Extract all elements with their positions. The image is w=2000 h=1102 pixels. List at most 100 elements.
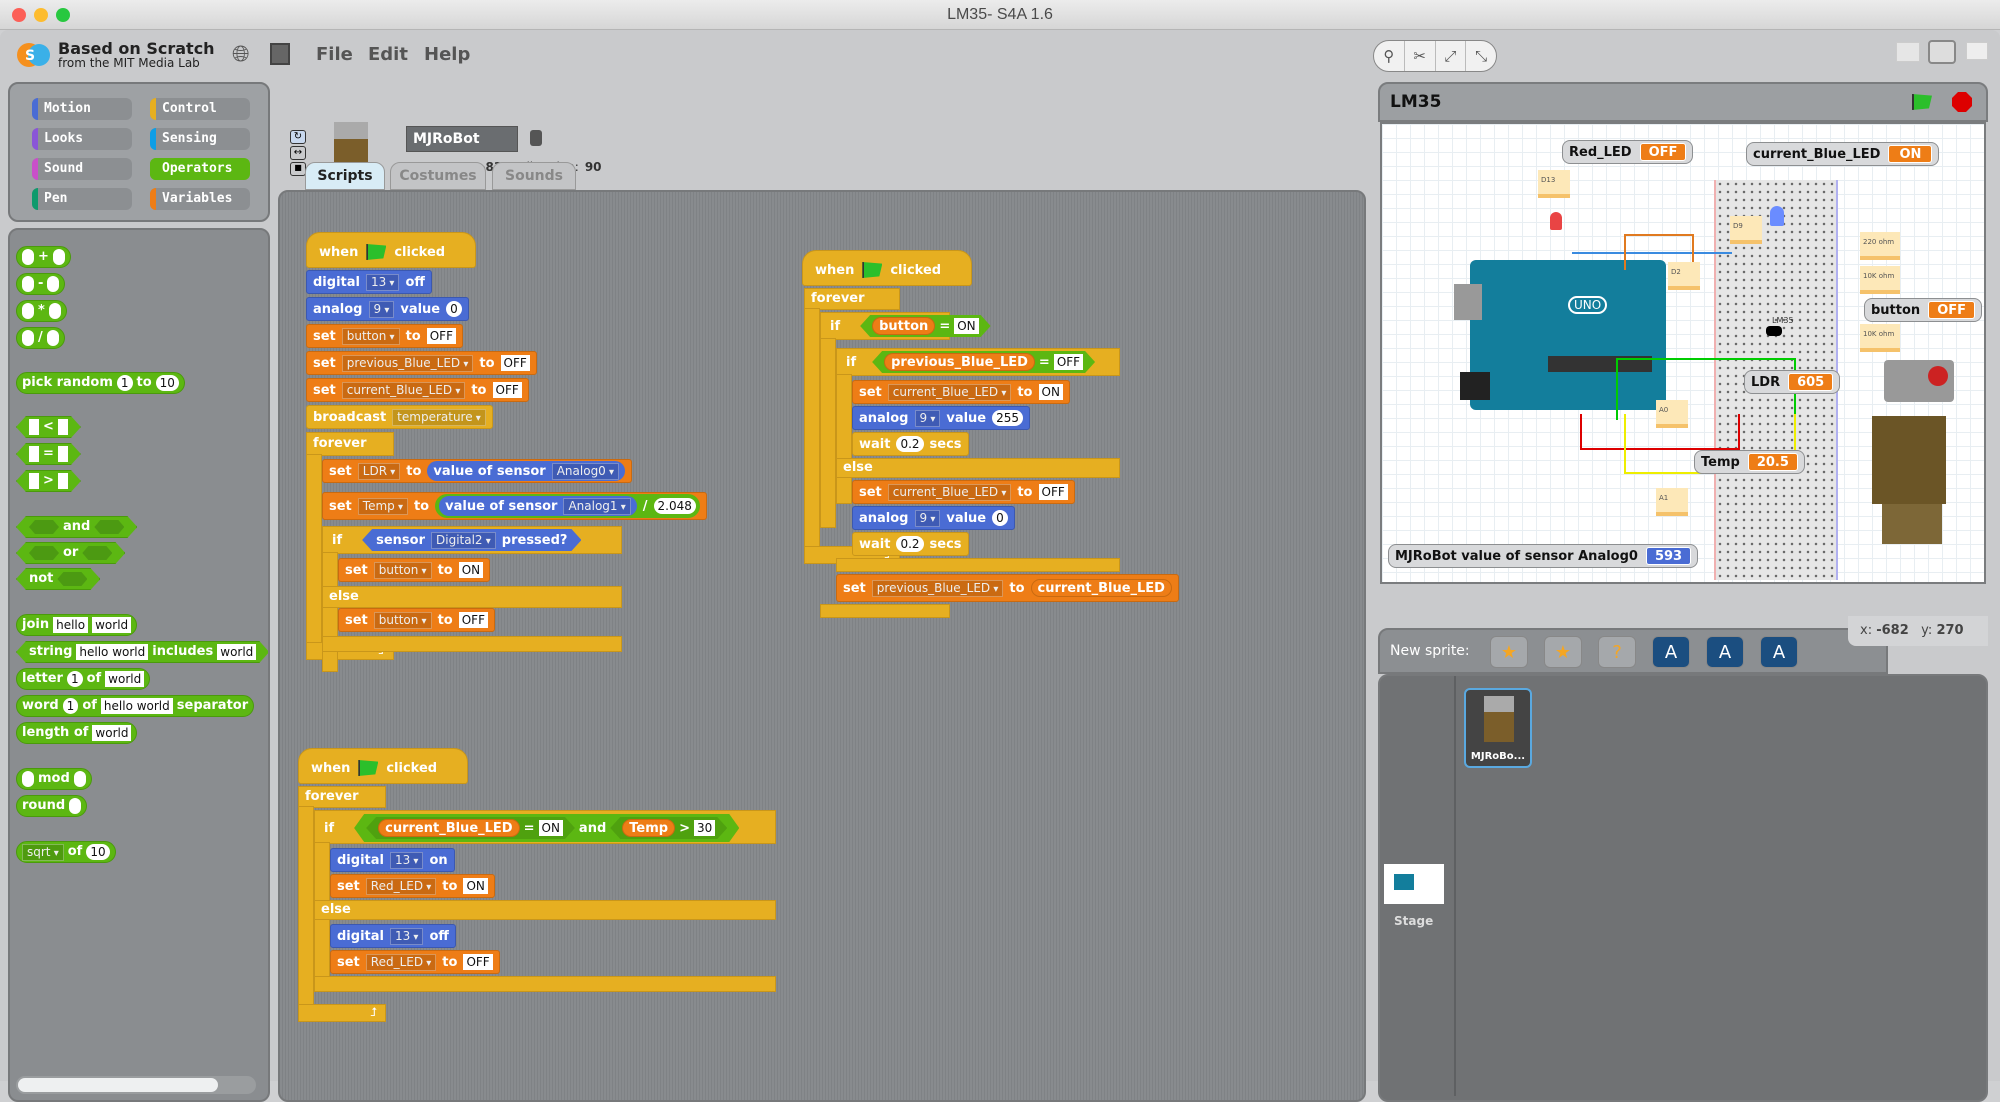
normal-stage-layout-icon[interactable]: [1928, 40, 1956, 64]
digital-off-block[interactable]: digital13off: [330, 924, 456, 948]
menu-edit[interactable]: Edit: [368, 44, 408, 65]
when-flag-clicked-hat[interactable]: when clicked: [298, 748, 468, 784]
round-block[interactable]: round: [16, 795, 88, 817]
palette-scrollbar-thumb[interactable]: [18, 1078, 218, 1092]
previous-equals-predicate[interactable]: previous_Blue_LED = OFF: [872, 351, 1095, 373]
watcher-ldr[interactable]: LDR 605: [1744, 370, 1841, 394]
analog-255-block[interactable]: analog9value255: [852, 406, 1031, 430]
category-motion[interactable]: Motion: [32, 98, 132, 120]
green-flag-button[interactable]: [1912, 94, 1932, 110]
category-sound[interactable]: Sound: [32, 158, 132, 180]
scissors-icon[interactable]: ✂: [1405, 41, 1436, 71]
pick-random-block[interactable]: pick random 1 to 10: [16, 372, 185, 394]
close-window-button[interactable]: [12, 8, 26, 22]
set-button-on-block[interactable]: setbuttontoON: [338, 558, 491, 582]
watcher-sensor-analog0[interactable]: MJRoBot value of sensor Analog0 593: [1388, 544, 1699, 568]
multiply-block[interactable]: *: [16, 300, 67, 322]
and-block[interactable]: and: [16, 516, 137, 538]
not-block[interactable]: not: [16, 568, 100, 590]
math-function-block[interactable]: sqrtof10: [16, 841, 116, 863]
greater-than-block[interactable]: >: [16, 470, 81, 492]
set-red-led-on-block[interactable]: setRed_LEDtoON: [330, 874, 495, 898]
no-rotate-icon[interactable]: ■: [290, 162, 306, 176]
button-equals-predicate[interactable]: button = ON: [860, 315, 991, 337]
shrink-icon[interactable]: ⤡: [1466, 41, 1496, 71]
set-current-blue-led-block[interactable]: setcurrent_Blue_LEDtoOFF: [306, 378, 529, 402]
wait-block[interactable]: wait 0.2 secs: [852, 532, 969, 556]
string-includes-block[interactable]: string hello world includes world: [16, 641, 269, 663]
stage-thumbnail[interactable]: [1384, 864, 1444, 904]
analog-0-block[interactable]: analog9value0: [852, 506, 1015, 530]
wait-block[interactable]: wait 0.2 secs: [852, 432, 969, 456]
paint-sprite-icon[interactable]: ★: [1490, 636, 1528, 668]
digital-off-block[interactable]: digital13off: [306, 270, 432, 294]
open-board-sprite-icon[interactable]: A: [1760, 636, 1798, 668]
presentation-mode-icon[interactable]: [1966, 42, 1988, 60]
set-current-on-block[interactable]: setcurrent_Blue_LEDtoON: [852, 380, 1070, 404]
lock-icon[interactable]: [530, 130, 542, 146]
equals-block[interactable]: =: [16, 443, 81, 465]
and-predicate[interactable]: current_Blue_LED = ON and Temp >30: [354, 814, 739, 842]
category-control[interactable]: Control: [150, 98, 250, 120]
subtract-block[interactable]: -: [16, 273, 66, 295]
set-current-off-block[interactable]: setcurrent_Blue_LEDtoOFF: [852, 480, 1075, 504]
watcher-red-led[interactable]: Red_LED OFF: [1562, 140, 1694, 164]
stamp-icon[interactable]: ⚲: [1374, 41, 1405, 71]
rotate-style-icon[interactable]: ↻: [290, 130, 306, 144]
choose-sprite-file-icon[interactable]: ★: [1544, 636, 1582, 668]
tab-sounds[interactable]: Sounds: [492, 162, 576, 190]
category-looks[interactable]: Looks: [32, 128, 132, 150]
sensor-pressed-predicate[interactable]: sensorDigital2pressed?: [362, 529, 581, 551]
word-of-block[interactable]: word 1 of hello world separator: [16, 695, 255, 717]
category-variables[interactable]: Variables: [150, 188, 250, 210]
category-sensing[interactable]: Sensing: [150, 128, 250, 150]
sprite-name-field[interactable]: MJRoBot: [406, 126, 518, 152]
add-block[interactable]: +: [16, 246, 71, 268]
set-temp-block[interactable]: setTemptovalue of sensorAnalog1/2.048: [322, 492, 707, 520]
or-block[interactable]: or: [16, 542, 125, 564]
set-previous-to-current-block[interactable]: setprevious_Blue_LEDtocurrent_Blue_LED: [836, 574, 1179, 602]
current-equals-predicate[interactable]: current_Blue_LED = ON: [366, 817, 575, 839]
tab-scripts[interactable]: Scripts: [305, 162, 385, 190]
robot-sprite-head[interactable]: [1884, 360, 1954, 402]
sprite-tile-mjrobot[interactable]: MJRoBo...: [1464, 688, 1532, 768]
robot-sprite-legs[interactable]: [1882, 504, 1942, 544]
tab-costumes[interactable]: Costumes: [390, 162, 486, 190]
stop-button[interactable]: [1952, 92, 1972, 112]
random-sprite-icon[interactable]: ?: [1598, 636, 1636, 668]
forever-block[interactable]: forever: [804, 288, 900, 310]
minimize-window-button[interactable]: [34, 8, 48, 22]
broadcast-block[interactable]: broadcast temperature: [306, 405, 493, 429]
flip-style-icon[interactable]: ↔: [290, 146, 306, 160]
when-flag-clicked-hat[interactable]: when clicked: [802, 250, 972, 286]
watcher-button[interactable]: button OFF: [1864, 298, 1982, 322]
function-dropdown[interactable]: sqrt: [22, 843, 64, 861]
set-previous-blue-led-block[interactable]: setprevious_Blue_LEDtoOFF: [306, 351, 537, 375]
analog-value-block[interactable]: analog9value0: [306, 297, 469, 321]
menu-file[interactable]: File: [316, 44, 353, 65]
forever-block[interactable]: forever: [306, 432, 394, 456]
stage-canvas[interactable]: UNO LM35 D13 D9 D2 220 ohm 10K ohm 10K o…: [1380, 122, 1986, 584]
watcher-temp[interactable]: Temp 20.5: [1694, 450, 1805, 474]
mod-block[interactable]: mod: [16, 768, 92, 790]
menu-help[interactable]: Help: [424, 44, 470, 65]
temp-greater-predicate[interactable]: Temp >30: [610, 817, 727, 839]
set-ldr-block[interactable]: setLDRtovalue of sensorAnalog0: [322, 459, 633, 483]
letter-of-block[interactable]: letter 1 of world: [16, 668, 151, 690]
digital-on-block[interactable]: digital13on: [330, 848, 455, 872]
set-button-block[interactable]: setbuttontoOFF: [306, 324, 463, 348]
grow-icon[interactable]: ⤢: [1436, 41, 1467, 71]
category-pen[interactable]: Pen: [32, 188, 132, 210]
paint-board-sprite-icon[interactable]: A: [1706, 636, 1744, 668]
divide-block[interactable]: /: [16, 327, 65, 349]
globe-language-icon[interactable]: 🌐︎: [232, 42, 250, 67]
robot-sprite-body[interactable]: [1872, 416, 1946, 504]
small-stage-layout-icon[interactable]: [1896, 42, 1920, 62]
set-red-led-off-block[interactable]: setRed_LEDtoOFF: [330, 950, 500, 974]
forever-block[interactable]: forever: [298, 786, 386, 808]
watcher-current-blue-led[interactable]: current_Blue_LED ON: [1746, 142, 1940, 166]
when-flag-clicked-hat[interactable]: when clicked: [306, 232, 476, 268]
zoom-window-button[interactable]: [56, 8, 70, 22]
save-disk-icon[interactable]: [270, 43, 290, 65]
less-than-block[interactable]: <: [16, 416, 81, 438]
